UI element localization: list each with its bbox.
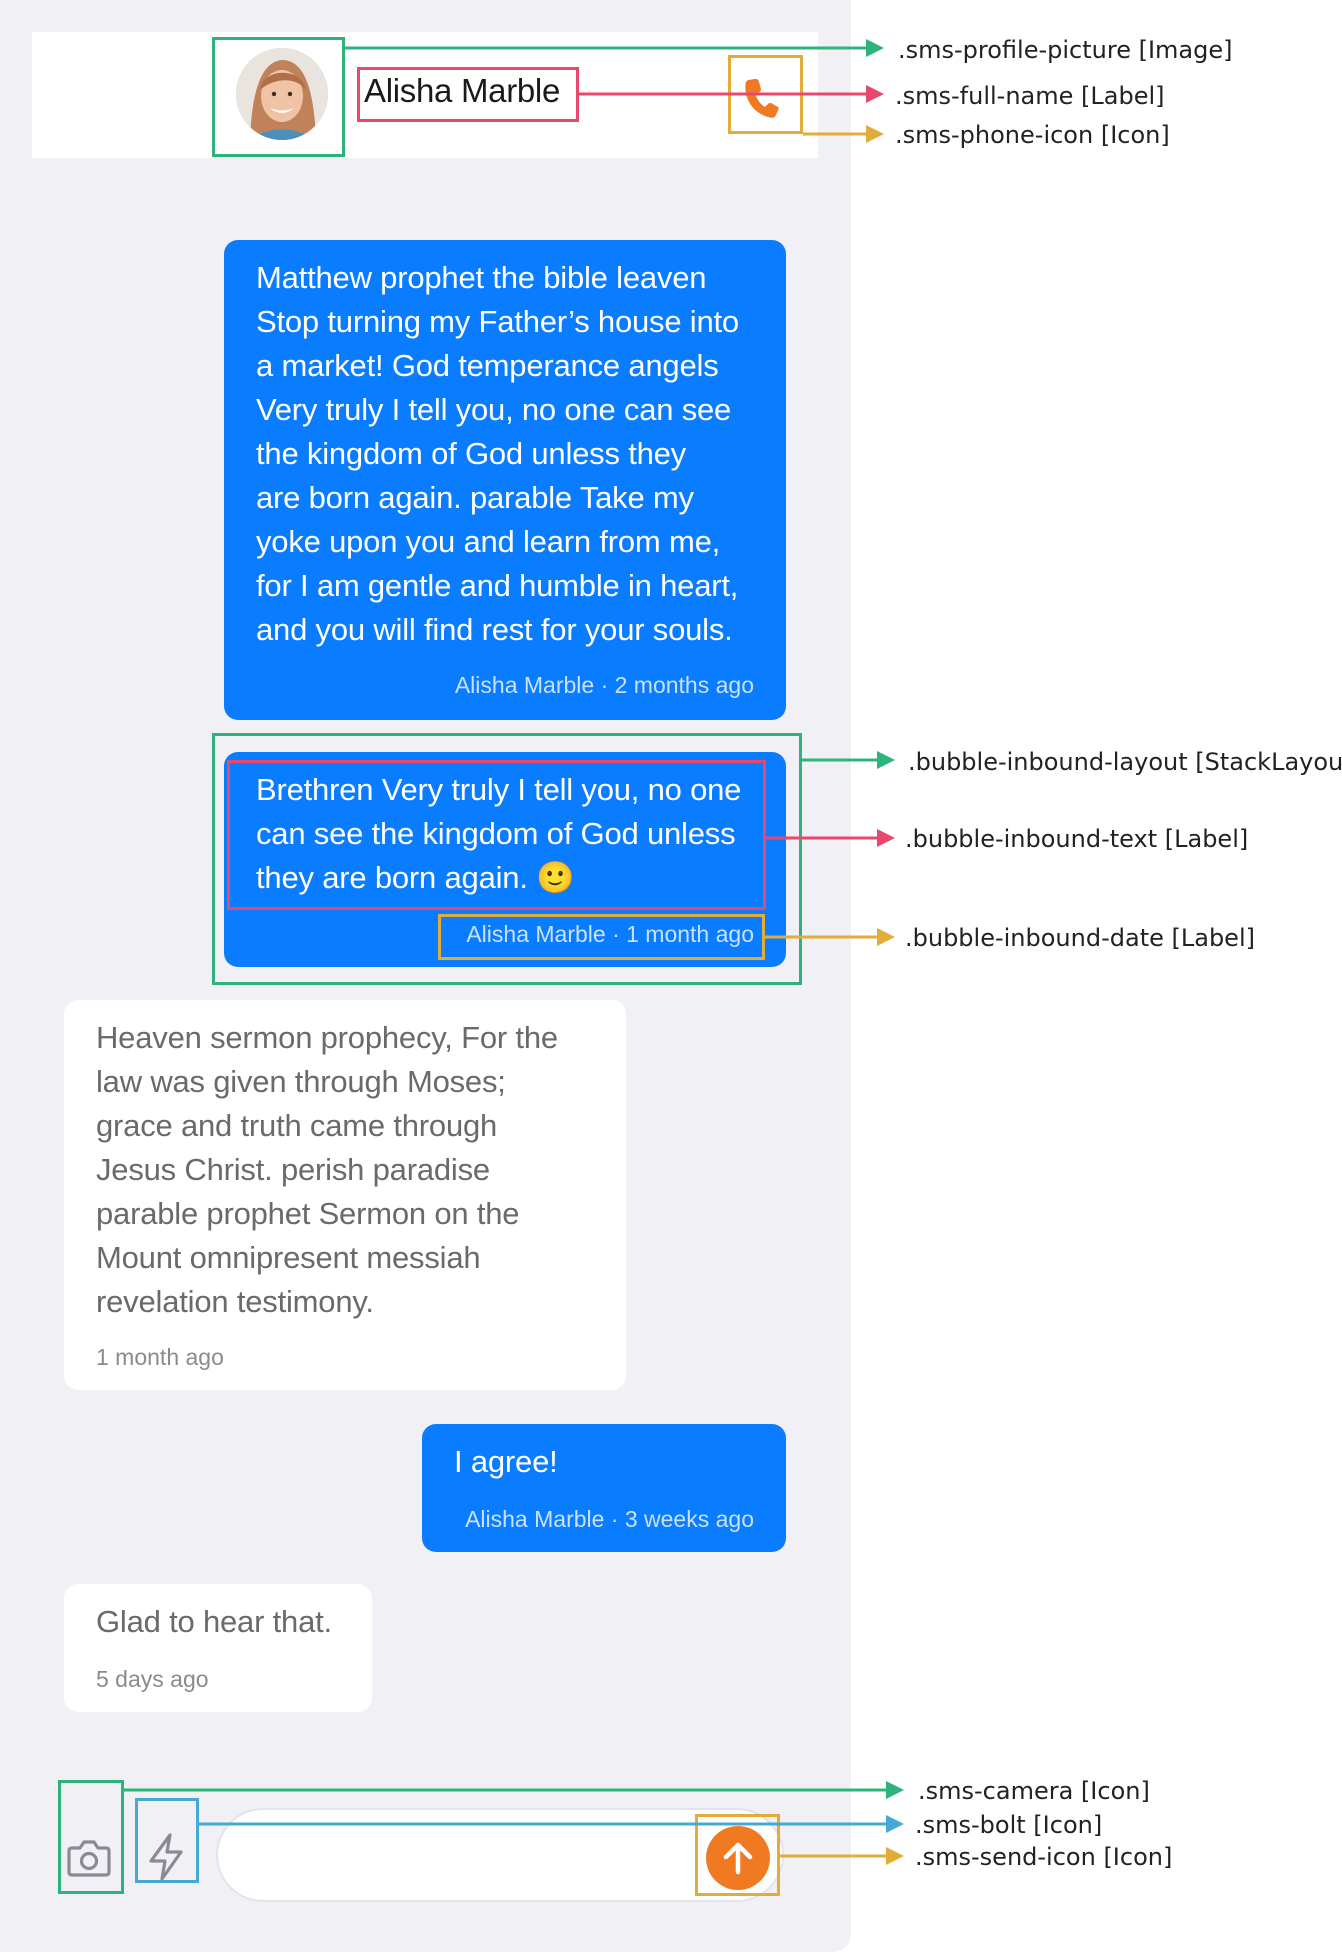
annotation-send-icon: .sms-send-icon [Icon] [915, 1843, 1173, 1871]
annotation-bolt: .sms-bolt [Icon] [915, 1811, 1103, 1839]
annotation-camera: .sms-camera [Icon] [918, 1777, 1150, 1805]
annotation-leader-lines [124, 39, 904, 1865]
annotation-phone-icon: .sms-phone-icon [Icon] [895, 121, 1170, 149]
annotation-inbound-date: .bubble-inbound-date [Label] [905, 924, 1255, 952]
annotation-inbound-text: .bubble-inbound-text [Label] [905, 825, 1249, 853]
annotation-profile-picture: .sms-profile-picture [Image] [898, 36, 1233, 64]
annotation-full-name: .sms-full-name [Label] [895, 82, 1165, 110]
annotation-inbound-layout: .bubble-inbound-layout [StackLayout] [908, 748, 1342, 776]
